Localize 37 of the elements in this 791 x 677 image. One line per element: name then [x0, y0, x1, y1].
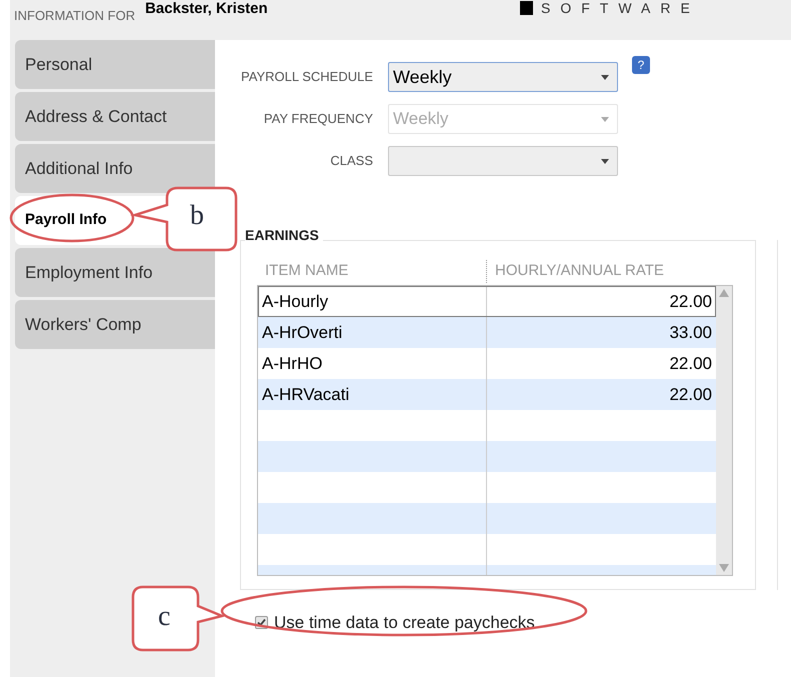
table-cell-text: 33.00	[669, 322, 712, 344]
sidebar-tab[interactable]: Employment Info	[15, 248, 215, 297]
table-cell-text: A-HrHO	[262, 352, 322, 375]
table-row[interactable]: A-Hourly 22.00	[258, 286, 716, 317]
field-label: CLASS	[329, 152, 374, 170]
field-label: PAY FREQUENCY	[262, 110, 374, 128]
sidebar-tab[interactable]: Additional Info	[15, 144, 215, 193]
field-label: PAYROLL SCHEDULE	[240, 68, 374, 86]
logo-icon	[520, 1, 533, 15]
dropdown-arrow-icon	[601, 116, 609, 122]
dropdown-field[interactable]: Weekly	[388, 62, 618, 92]
scroll-down-icon[interactable]	[719, 564, 729, 572]
table-row[interactable]: A-HRVacati 22.00	[258, 379, 716, 410]
scrollbar[interactable]	[716, 286, 732, 575]
dropdown-arrow-icon	[601, 74, 609, 80]
table-cell-text: 22.00	[669, 384, 712, 406]
sidebar-tab[interactable]: Personal	[15, 40, 215, 89]
checkbox-label: Use time data to create paychecks	[274, 612, 535, 634]
table-cell-text: A-HRVacati	[262, 384, 350, 406]
employee-name: Backster, Kristen	[145, 0, 268, 18]
sidebar-tab[interactable]: Address & Contact	[15, 92, 215, 141]
table-cell-text: A-HrOverti	[262, 322, 342, 344]
dropdown-arrow-icon	[601, 158, 609, 164]
table-cell-text: A-Hourly	[262, 290, 328, 313]
table-cell-text: 22.00	[669, 352, 712, 375]
logo-text: SOFTWARE	[541, 0, 700, 16]
table-cell-text: 22.00	[669, 290, 712, 313]
callout-letter: c	[158, 601, 170, 633]
table-row[interactable]: A-HrOverti 33.00	[258, 317, 716, 348]
header-label: INFORMATION FOR	[14, 7, 136, 25]
help-button[interactable]: ?	[632, 56, 650, 74]
column-header: ITEM NAME	[264, 261, 350, 281]
column-header: HOURLY/ANNUAL RATE	[486, 260, 664, 282]
dropdown-field[interactable]	[388, 146, 618, 176]
sidebar-tab[interactable]: Workers' Comp	[15, 300, 215, 349]
scroll-up-icon[interactable]	[719, 289, 729, 297]
callout-letter: b	[190, 200, 204, 232]
